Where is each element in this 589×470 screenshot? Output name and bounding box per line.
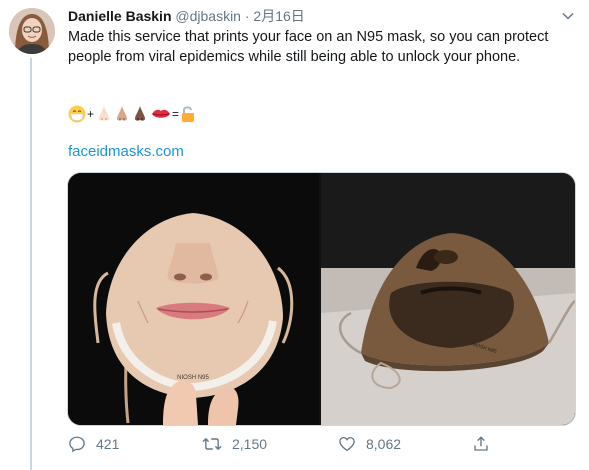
avatar[interactable] bbox=[9, 8, 55, 54]
share-button[interactable] bbox=[472, 432, 490, 456]
emoji-sequence: + = bbox=[68, 104, 196, 124]
tweet-date[interactable]: 2月16日 bbox=[253, 8, 304, 24]
emoji-equals: = bbox=[172, 107, 180, 121]
unlocked-padlock-emoji bbox=[180, 105, 196, 123]
emoji-plus: + bbox=[87, 107, 95, 121]
nose-light-emoji bbox=[95, 105, 113, 123]
share-icon bbox=[474, 436, 488, 451]
tweet-header: Danielle Baskin @djbaskin · 2月16日 bbox=[68, 6, 574, 26]
reply-count: 421 bbox=[96, 436, 120, 452]
mask-photo-smile[interactable]: NIOSH N95 bbox=[68, 173, 319, 425]
like-button[interactable]: 8,062 bbox=[338, 432, 401, 456]
tweet-link[interactable]: faceidmasks.com bbox=[68, 143, 184, 160]
author-handle[interactable]: @djbaskin bbox=[175, 8, 241, 24]
author-name[interactable]: Danielle Baskin bbox=[68, 8, 172, 24]
reply-button[interactable]: 421 bbox=[68, 432, 119, 456]
header-separator: · bbox=[244, 8, 250, 24]
mask-face-emoji bbox=[68, 105, 86, 123]
nose-dark-emoji bbox=[131, 105, 149, 123]
svg-text:NIOSH N95: NIOSH N95 bbox=[177, 375, 209, 381]
lips-emoji bbox=[151, 105, 171, 123]
heart-icon bbox=[339, 436, 355, 452]
reply-icon bbox=[69, 436, 85, 453]
retweet-count: 2,150 bbox=[232, 436, 268, 452]
retweet-button[interactable]: 2,150 bbox=[202, 432, 267, 456]
nose-medium-emoji bbox=[113, 105, 131, 123]
media-grid[interactable]: NIOSH N95 NIOSH N95 bbox=[67, 172, 576, 426]
retweet-icon bbox=[202, 438, 222, 450]
tweet-body: Danielle Baskin @djbaskin · 2月16日 Made t… bbox=[68, 6, 574, 67]
mask-photo-beard[interactable]: NIOSH N95 bbox=[321, 173, 575, 425]
tweet-actions: 421 2,150 8,062 bbox=[68, 432, 574, 456]
thread-line bbox=[30, 58, 32, 470]
tweet-text: Made this service that prints your face … bbox=[68, 29, 549, 65]
like-count: 8,062 bbox=[366, 436, 402, 452]
